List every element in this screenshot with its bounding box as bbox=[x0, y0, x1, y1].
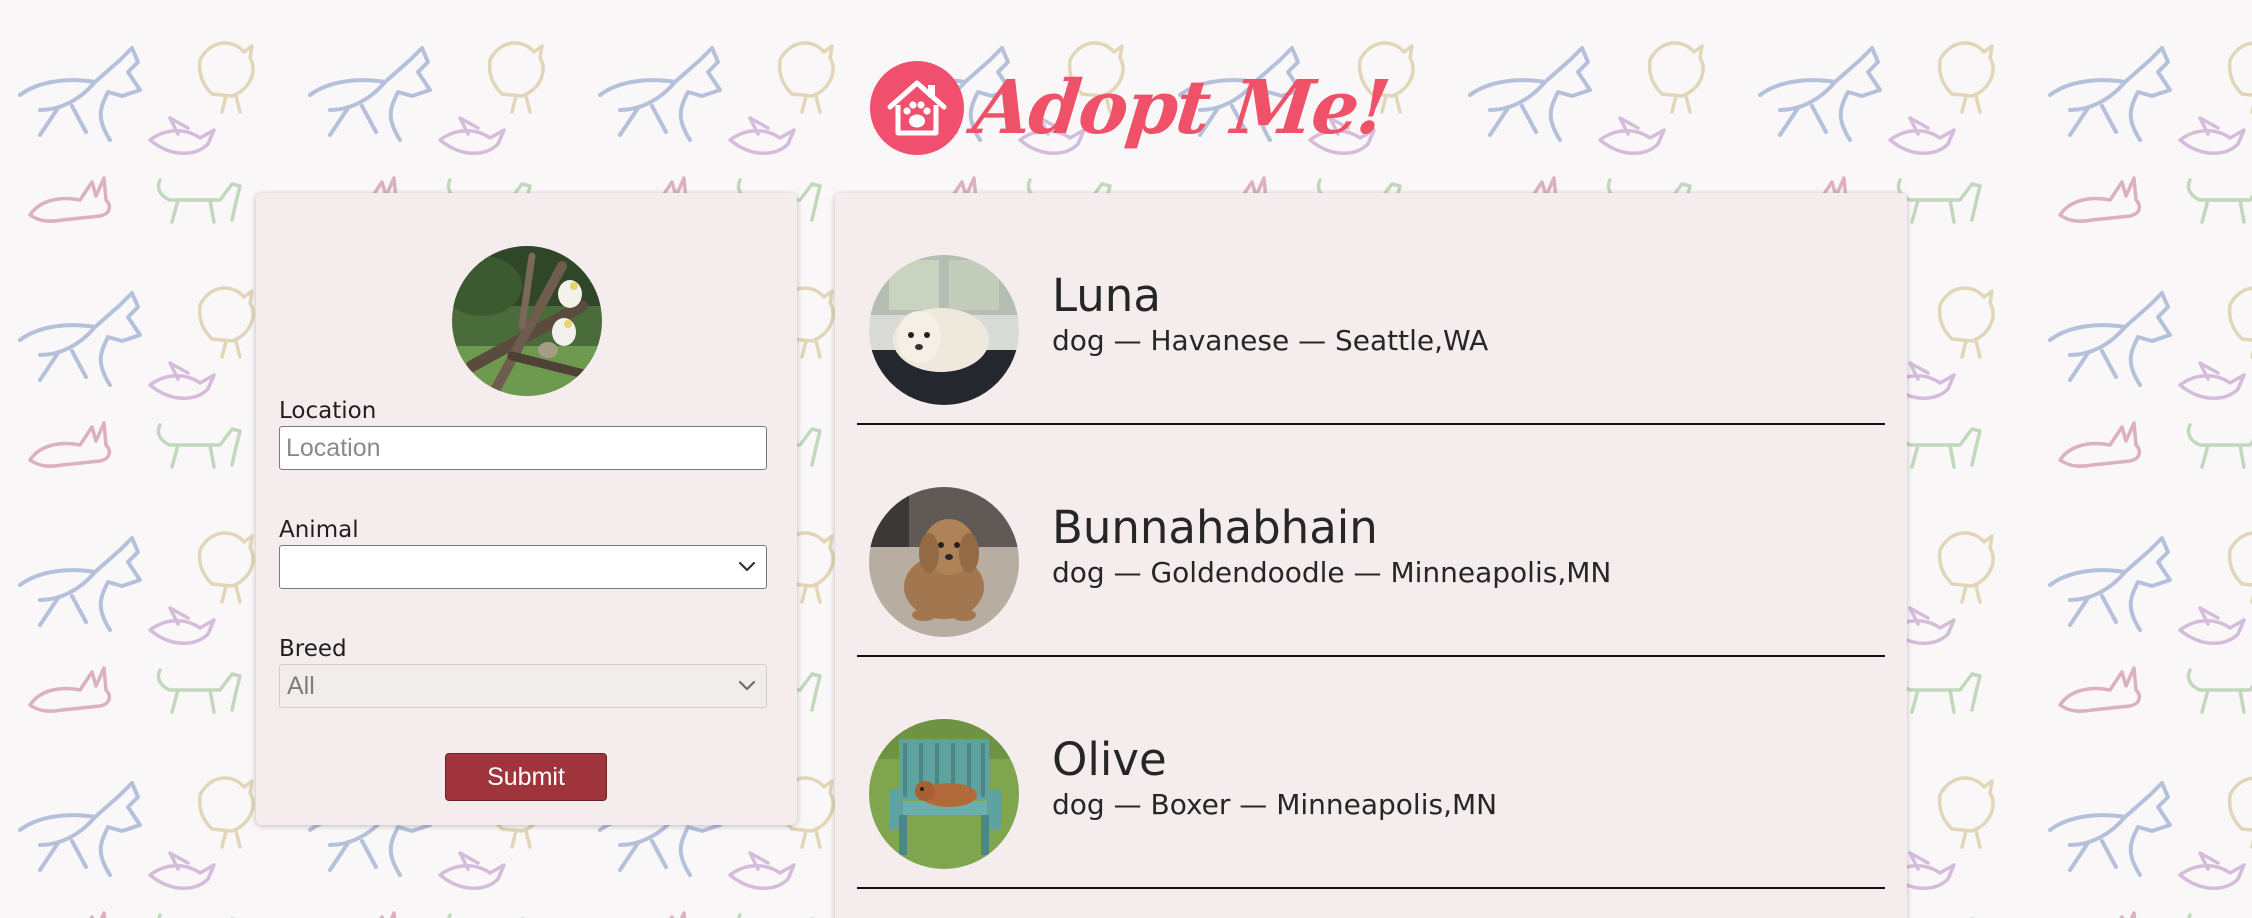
chevron-down-icon bbox=[738, 561, 756, 572]
breed-select-value: All bbox=[287, 671, 315, 700]
search-form-card: Location Animal Breed All Submit bbox=[256, 193, 797, 825]
pet-name: Olive bbox=[1052, 733, 1167, 786]
pet-result-item[interactable]: Olive dog — Boxer — Minneapolis,MN bbox=[857, 657, 1885, 889]
breed-select[interactable]: All bbox=[279, 664, 767, 708]
animal-select[interactable] bbox=[279, 545, 767, 589]
logo[interactable]: Adopt Me! bbox=[870, 48, 1393, 168]
search-avatar-image bbox=[452, 246, 602, 396]
pet-description: dog — Goldendoodle — Minneapolis,MN bbox=[1052, 556, 1612, 589]
animal-label: Animal bbox=[279, 517, 359, 543]
pet-name: Luna bbox=[1052, 269, 1161, 322]
pet-photo bbox=[869, 487, 1019, 637]
location-label: Location bbox=[279, 398, 377, 424]
pet-name: Bunnahabhain bbox=[1052, 501, 1378, 554]
logo-text: Adopt Me! bbox=[969, 65, 1393, 151]
results-list: Luna dog — Havanese — Seattle,WA Bunnaha… bbox=[835, 193, 1907, 918]
pet-result-item[interactable]: Luna dog — Havanese — Seattle,WA bbox=[857, 193, 1885, 425]
submit-button[interactable]: Submit bbox=[445, 753, 607, 801]
pet-photo bbox=[869, 719, 1019, 869]
pet-description: dog — Havanese — Seattle,WA bbox=[1052, 324, 1489, 357]
breed-label: Breed bbox=[279, 636, 347, 662]
pet-result-item[interactable]: Bunnahabhain dog — Goldendoodle — Minnea… bbox=[857, 425, 1885, 657]
house-paw-icon bbox=[870, 61, 964, 155]
location-input[interactable] bbox=[279, 426, 767, 470]
pet-description: dog — Boxer — Minneapolis,MN bbox=[1052, 788, 1498, 821]
pet-photo bbox=[869, 255, 1019, 405]
chevron-down-icon bbox=[738, 680, 756, 691]
